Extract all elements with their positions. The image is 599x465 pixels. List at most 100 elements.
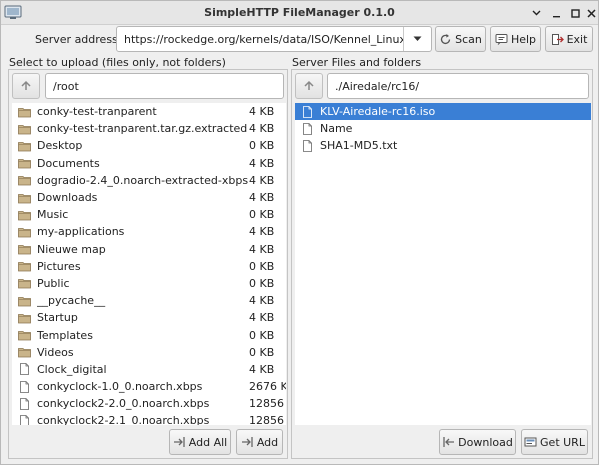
item-size: 4 KB — [249, 311, 275, 325]
item-size: 12856 KB — [249, 397, 286, 411]
upload-file-list[interactable]: conky-test-tranparent 4 KB conky-test-tran… — [12, 103, 286, 425]
upload-panel-title: Select to upload (files only, not folder… — [9, 56, 226, 69]
item-name: Name — [320, 122, 353, 136]
server-address-combo[interactable]: https://rockedge.org/kernels/data/ISO/Ke… — [116, 26, 432, 52]
server-address-input[interactable]: https://rockedge.org/kernels/data/ISO/Ke… — [117, 33, 403, 46]
item-size: 4 KB — [249, 242, 275, 256]
file-icon — [303, 140, 312, 152]
folder-icon — [18, 245, 31, 255]
add-all-label: Add All — [188, 435, 228, 449]
upload-list-item[interactable]: Documents 4 KB — [12, 155, 286, 172]
file-icon — [303, 122, 312, 135]
upload-list-item[interactable]: Music 0 KB — [12, 206, 286, 223]
folder-icon — [18, 228, 31, 238]
item-size: 0 KB — [249, 259, 275, 273]
item-size: 0 KB — [249, 139, 275, 153]
upload-list-item[interactable]: __pycache__ 4 KB — [12, 292, 286, 309]
exit-icon — [551, 33, 564, 45]
server-files-panel: ./Airedale/rc16/ KLV-Airedale-rc16.iso Na… — [291, 69, 593, 459]
server-files-panel-title: Server Files and folders — [292, 56, 422, 69]
folder-icon — [18, 262, 31, 272]
maximize-icon[interactable] — [567, 5, 583, 21]
upload-list-item[interactable]: Videos 0 KB — [12, 344, 286, 361]
url-icon — [524, 437, 537, 447]
exit-button[interactable]: Exit — [545, 26, 593, 52]
help-label: Help — [510, 32, 537, 46]
folder-icon — [18, 124, 31, 135]
server-list-item[interactable]: SHA1-MD5.txt — [295, 137, 591, 154]
help-icon — [495, 33, 508, 45]
upload-path-input[interactable]: /root — [45, 73, 284, 99]
folder-icon — [18, 296, 31, 307]
item-size: 4 KB — [249, 156, 275, 170]
upload-list-item[interactable]: conky-test-tranparent.tar.gz.extracted 4 … — [12, 120, 286, 137]
upload-list-item[interactable]: Nieuwe map 4 KB — [12, 241, 286, 258]
server-list-item[interactable]: KLV-Airedale-rc16.iso — [295, 103, 591, 121]
close-icon[interactable] — [583, 5, 599, 21]
folder-icon — [18, 142, 31, 152]
window-menu-chevron-icon[interactable] — [528, 5, 544, 21]
upload-list-item[interactable]: my-applications 4 KB — [12, 223, 286, 240]
item-size: 2676 KB — [249, 380, 286, 394]
upload-list-item[interactable]: Downloads 4 KB — [12, 189, 286, 206]
scan-label: Scan — [455, 32, 482, 46]
scan-button[interactable]: Scan — [435, 26, 486, 52]
folder-icon — [18, 313, 31, 324]
folder-icon — [18, 210, 31, 221]
folder-icon — [18, 193, 31, 203]
item-name: SHA1-MD5.txt — [320, 139, 398, 153]
server-file-list[interactable]: KLV-Airedale-rc16.iso Name SHA1-MD5.txt — [295, 103, 591, 425]
file-icon — [20, 380, 29, 393]
window-title: SimpleHTTP FileManager 0.1.0 — [204, 6, 395, 19]
upload-list-item[interactable]: conkyclock-1.0_0.noarch.xbps2676 KB — [12, 378, 286, 395]
download-icon — [443, 437, 455, 447]
upload-list-item[interactable]: Clock_digital 4 KB — [12, 361, 286, 378]
folder-icon — [18, 348, 31, 358]
folder-icon — [18, 279, 31, 289]
item-size: 4 KB — [249, 122, 275, 136]
upload-list-item[interactable]: Startup 4 KB — [12, 309, 286, 326]
up-arrow-icon — [21, 80, 31, 90]
exit-label: Exit — [566, 32, 588, 46]
dropdown-arrow-icon[interactable] — [403, 27, 431, 51]
get-url-button[interactable]: Get URL — [521, 429, 588, 455]
app-window: SimpleHTTP FileManager 0.1.0 Server addr… — [0, 0, 599, 465]
minimize-icon[interactable] — [548, 5, 564, 21]
upload-list-item[interactable]: conkyclock2-2.1_0.noarch.xbps12856 KB — [12, 412, 286, 425]
add-button[interactable]: Add — [236, 429, 283, 455]
server-list-item[interactable]: Name — [295, 120, 591, 137]
download-label: Download — [458, 435, 513, 449]
upload-parent-folder-button[interactable] — [12, 73, 40, 99]
upload-list-item[interactable]: conky-test-tranparent 4 KB — [12, 103, 286, 120]
get-url-label: Get URL — [540, 435, 585, 449]
up-arrow-icon — [304, 80, 314, 90]
folder-icon — [18, 159, 31, 169]
folder-icon — [18, 176, 31, 186]
server-parent-folder-button[interactable] — [295, 73, 323, 99]
item-size: 4 KB — [249, 294, 275, 308]
server-path-input[interactable]: ./Airedale/rc16/ — [327, 73, 589, 99]
refresh-icon — [441, 33, 451, 44]
download-button[interactable]: Download — [439, 429, 516, 455]
upload-list-item[interactable]: Pictures 0 KB — [12, 258, 286, 275]
folder-icon — [18, 107, 31, 117]
file-icon — [20, 415, 29, 425]
item-size: 4 KB — [249, 362, 275, 376]
upload-panel: /root conky-test-tranparent 4 KB conky-tes… — [8, 69, 288, 459]
item-size: 0 KB — [249, 276, 275, 290]
item-size: 0 KB — [249, 345, 275, 359]
item-size: 4 KB — [249, 105, 275, 119]
item-size: 4 KB — [249, 225, 275, 239]
upload-list-item[interactable]: conkyclock2-2.0_0.noarch.xbps12856 KB — [12, 395, 286, 412]
upload-list-item[interactable]: dogradio-2.4_0.noarch-extracted-xbps 4 KB — [12, 172, 286, 189]
upload-list-item[interactable]: Public 0 KB — [12, 275, 286, 292]
title-bar: SimpleHTTP FileManager 0.1.0 — [1, 1, 598, 25]
item-size: 0 KB — [249, 208, 275, 222]
help-button[interactable]: Help — [490, 26, 541, 52]
server-address-label: Server address: — [35, 33, 122, 46]
upload-list-item[interactable]: Templates 0 KB — [12, 326, 286, 343]
item-size: 4 KB — [249, 173, 275, 187]
upload-list-item[interactable]: Desktop 0 KB — [12, 137, 286, 154]
item-size: 0 KB — [249, 328, 275, 342]
add-all-button[interactable]: Add All — [169, 429, 231, 455]
